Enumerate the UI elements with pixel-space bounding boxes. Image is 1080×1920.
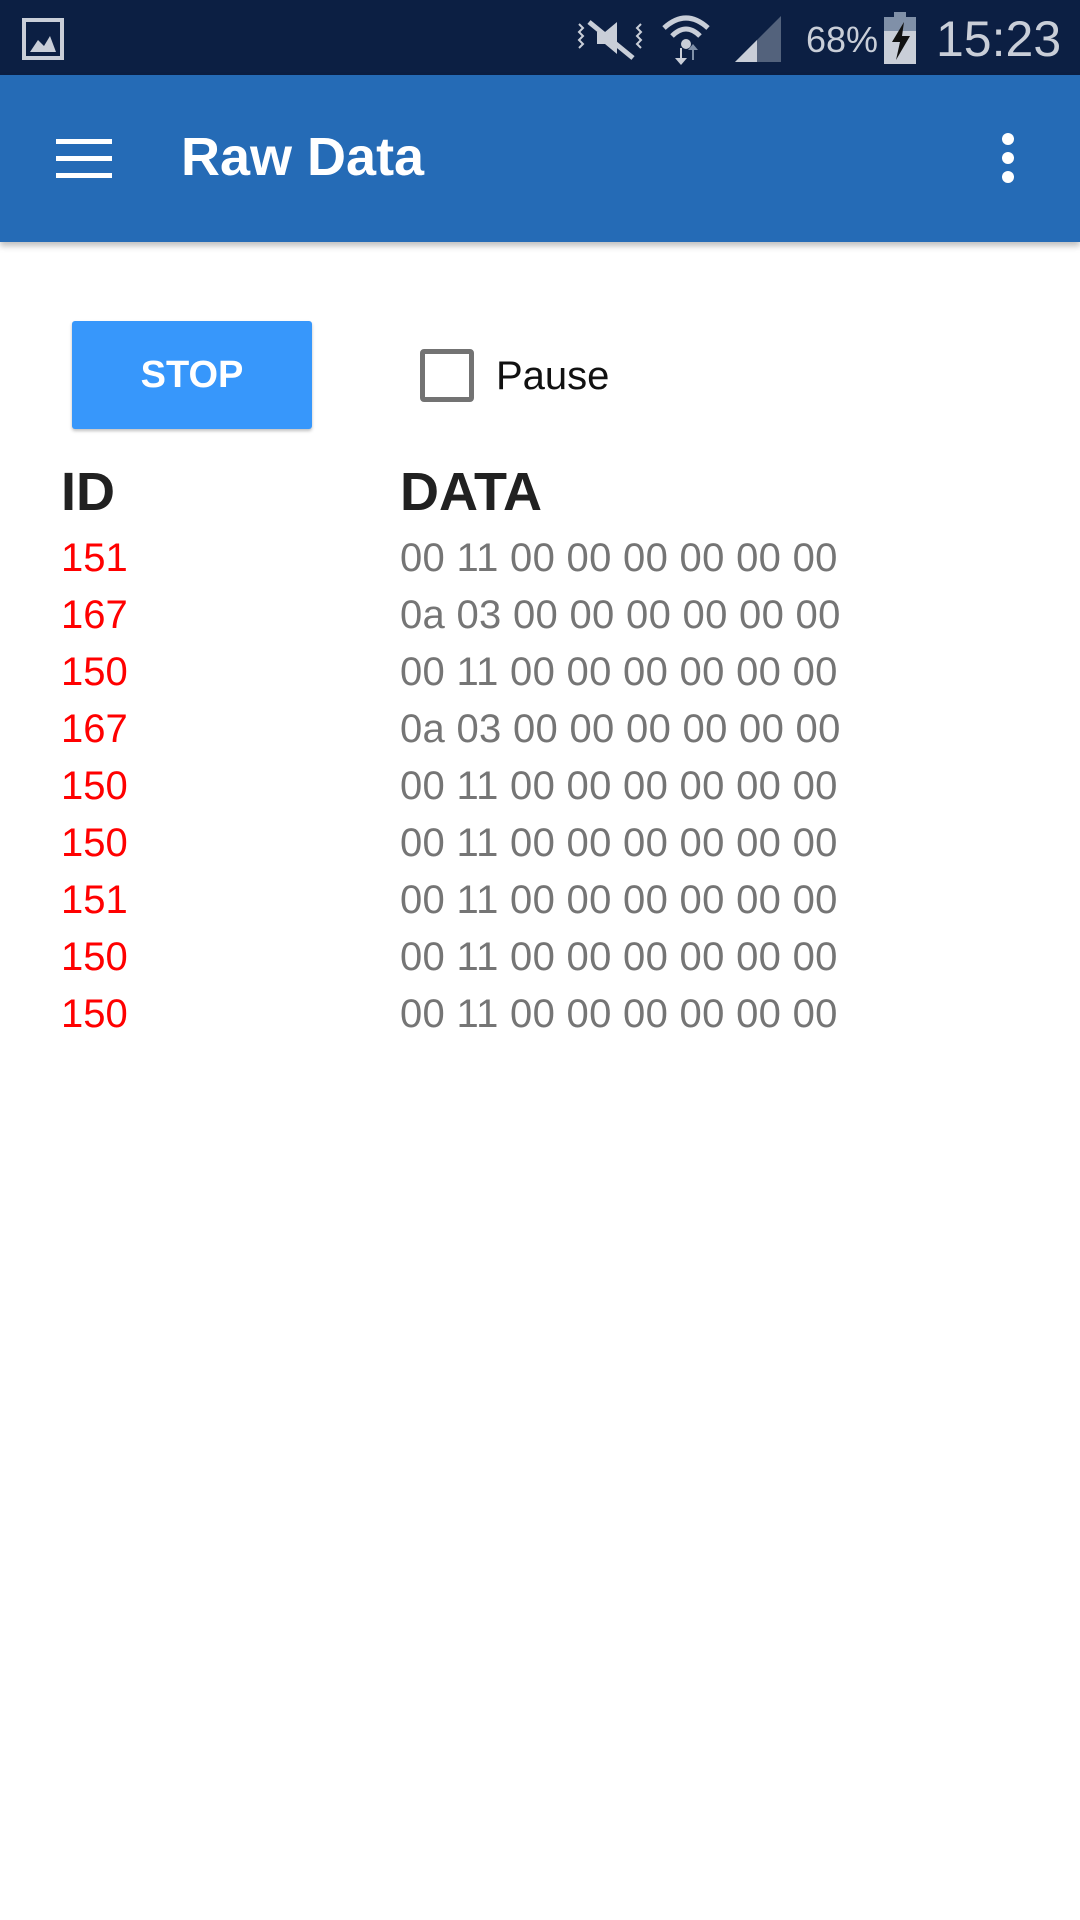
stop-button[interactable]: STOP <box>72 321 312 429</box>
pause-label[interactable]: Pause <box>496 352 609 400</box>
table-row: 150 00 11 00 00 00 00 00 00 <box>0 929 1080 986</box>
clock: 15:23 <box>936 11 1062 67</box>
row-id: 167 <box>61 593 128 637</box>
table-row: 167 0a 03 00 00 00 00 00 00 <box>0 701 1080 758</box>
table-row: 150 00 11 00 00 00 00 00 00 <box>0 986 1080 1043</box>
table-row: 151 00 11 00 00 00 00 00 00 <box>0 530 1080 587</box>
vibrate-mute-icon <box>577 20 643 60</box>
signal-icon <box>735 16 781 62</box>
row-data: 00 11 00 00 00 00 00 00 <box>400 992 838 1036</box>
page-title: Raw Data <box>181 127 425 187</box>
row-data: 00 11 00 00 00 00 00 00 <box>400 935 838 979</box>
row-data: 00 11 00 00 00 00 00 00 <box>400 878 838 922</box>
row-id: 150 <box>61 992 128 1036</box>
table-row: 151 00 11 00 00 00 00 00 00 <box>0 872 1080 929</box>
status-bar: 68% 15:23 <box>0 0 1080 75</box>
app-bar: Raw Data <box>0 75 1080 242</box>
row-id: 150 <box>61 650 128 694</box>
table-row: 150 00 11 00 00 00 00 00 00 <box>0 644 1080 701</box>
pause-checkbox[interactable] <box>420 349 474 402</box>
table-row: 150 00 11 00 00 00 00 00 00 <box>0 758 1080 815</box>
id-column-header: ID <box>61 462 115 522</box>
table-row: 150 00 11 00 00 00 00 00 00 <box>0 815 1080 872</box>
row-id: 167 <box>61 707 128 751</box>
row-id: 151 <box>61 878 128 922</box>
gallery-icon <box>22 18 64 60</box>
row-data: 0a 03 00 00 00 00 00 00 <box>400 593 841 637</box>
row-id: 150 <box>61 935 128 979</box>
row-id: 150 <box>61 821 128 865</box>
table-row: 167 0a 03 00 00 00 00 00 00 <box>0 587 1080 644</box>
row-id: 151 <box>61 536 128 580</box>
battery-percent: 68% <box>806 19 879 60</box>
wifi-icon <box>662 15 710 65</box>
row-data: 00 11 00 00 00 00 00 00 <box>400 821 838 865</box>
row-id: 150 <box>61 764 128 808</box>
row-data: 00 11 00 00 00 00 00 00 <box>400 650 838 694</box>
battery-charging-icon <box>884 12 916 64</box>
row-data: 00 11 00 00 00 00 00 00 <box>400 764 838 808</box>
row-data: 00 11 00 00 00 00 00 00 <box>400 536 838 580</box>
row-data: 0a 03 00 00 00 00 00 00 <box>400 707 841 751</box>
data-column-header: DATA <box>400 462 542 522</box>
hamburger-icon[interactable] <box>56 137 112 179</box>
more-vert-icon[interactable] <box>998 133 1018 183</box>
